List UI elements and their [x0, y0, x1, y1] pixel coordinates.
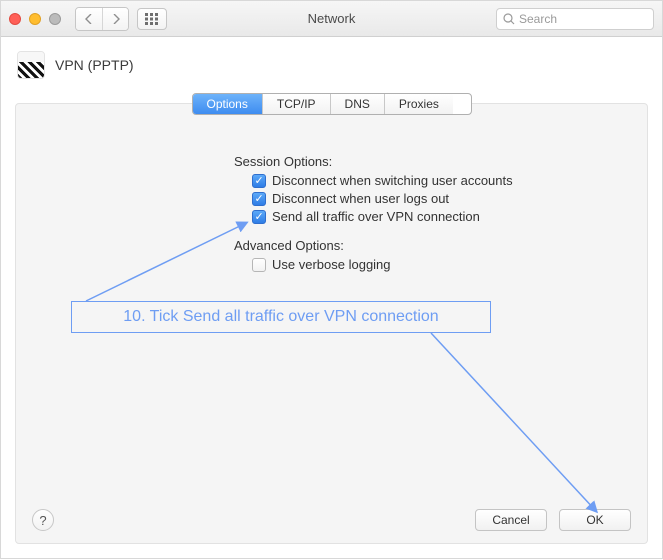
session-options-heading: Session Options:	[234, 154, 627, 169]
checkbox-verbose-logging[interactable]	[252, 258, 266, 272]
label-verbose-logging: Use verbose logging	[272, 257, 391, 272]
tab-proxies[interactable]: Proxies	[384, 94, 453, 114]
cancel-button[interactable]: Cancel	[475, 509, 547, 531]
checkbox-disconnect-switching-users[interactable]	[252, 174, 266, 188]
label-disconnect-switching-users: Disconnect when switching user accounts	[272, 173, 513, 188]
search-placeholder: Search	[519, 12, 557, 26]
advanced-options-heading: Advanced Options:	[234, 238, 627, 253]
window-titlebar: Network Search	[1, 1, 662, 37]
checkbox-disconnect-logout[interactable]	[252, 192, 266, 206]
minimize-window-button[interactable]	[29, 13, 41, 25]
label-send-all-traffic: Send all traffic over VPN connection	[272, 209, 480, 224]
tab-dns[interactable]: DNS	[330, 94, 384, 114]
checkbox-send-all-traffic[interactable]	[252, 210, 266, 224]
connection-name: VPN (PPTP)	[55, 57, 134, 73]
nav-back-forward	[75, 7, 129, 31]
pane-header: VPN (PPTP)	[1, 37, 662, 79]
help-button[interactable]: ?	[32, 509, 54, 531]
tab-tcpip[interactable]: TCP/IP	[262, 94, 330, 114]
label-disconnect-logout: Disconnect when user logs out	[272, 191, 449, 206]
vpn-icon	[17, 51, 45, 79]
advanced-sheet: Options TCP/IP DNS Proxies Session Optio…	[15, 103, 648, 544]
sheet-footer: ? Cancel OK	[32, 509, 631, 531]
tab-bar: Options TCP/IP DNS Proxies	[192, 93, 472, 115]
close-window-button[interactable]	[9, 13, 21, 25]
search-field[interactable]: Search	[496, 8, 654, 30]
show-all-button[interactable]	[137, 8, 167, 30]
zoom-window-button[interactable]	[49, 13, 61, 25]
search-icon	[503, 13, 515, 25]
preferences-window: Network Search VPN (PPTP) Options TCP/IP…	[0, 0, 663, 559]
back-button[interactable]	[76, 8, 102, 30]
forward-button[interactable]	[102, 8, 128, 30]
options-panel: Session Options: Disconnect when switchi…	[16, 148, 647, 495]
ok-button[interactable]: OK	[559, 509, 631, 531]
tab-options[interactable]: Options	[193, 94, 262, 114]
window-controls	[9, 13, 61, 25]
